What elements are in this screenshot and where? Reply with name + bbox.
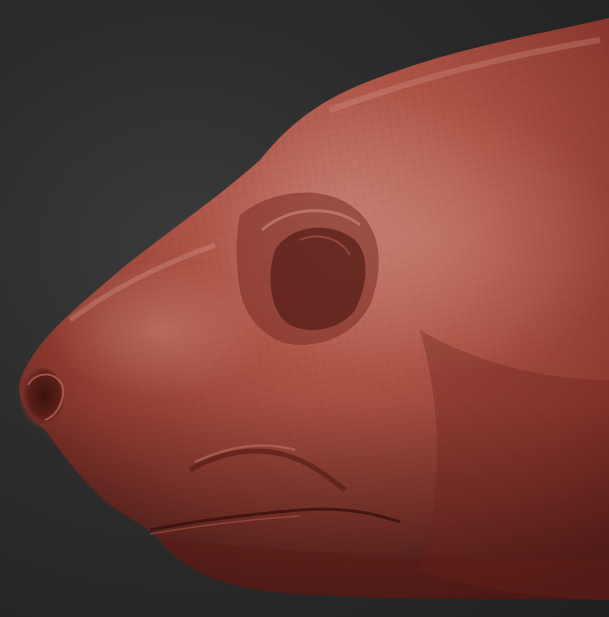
nostril: [20, 368, 64, 428]
sculpt-viewport[interactable]: [0, 0, 609, 617]
brow-fold: [236, 192, 379, 345]
sculpt-render: [19, 18, 609, 600]
